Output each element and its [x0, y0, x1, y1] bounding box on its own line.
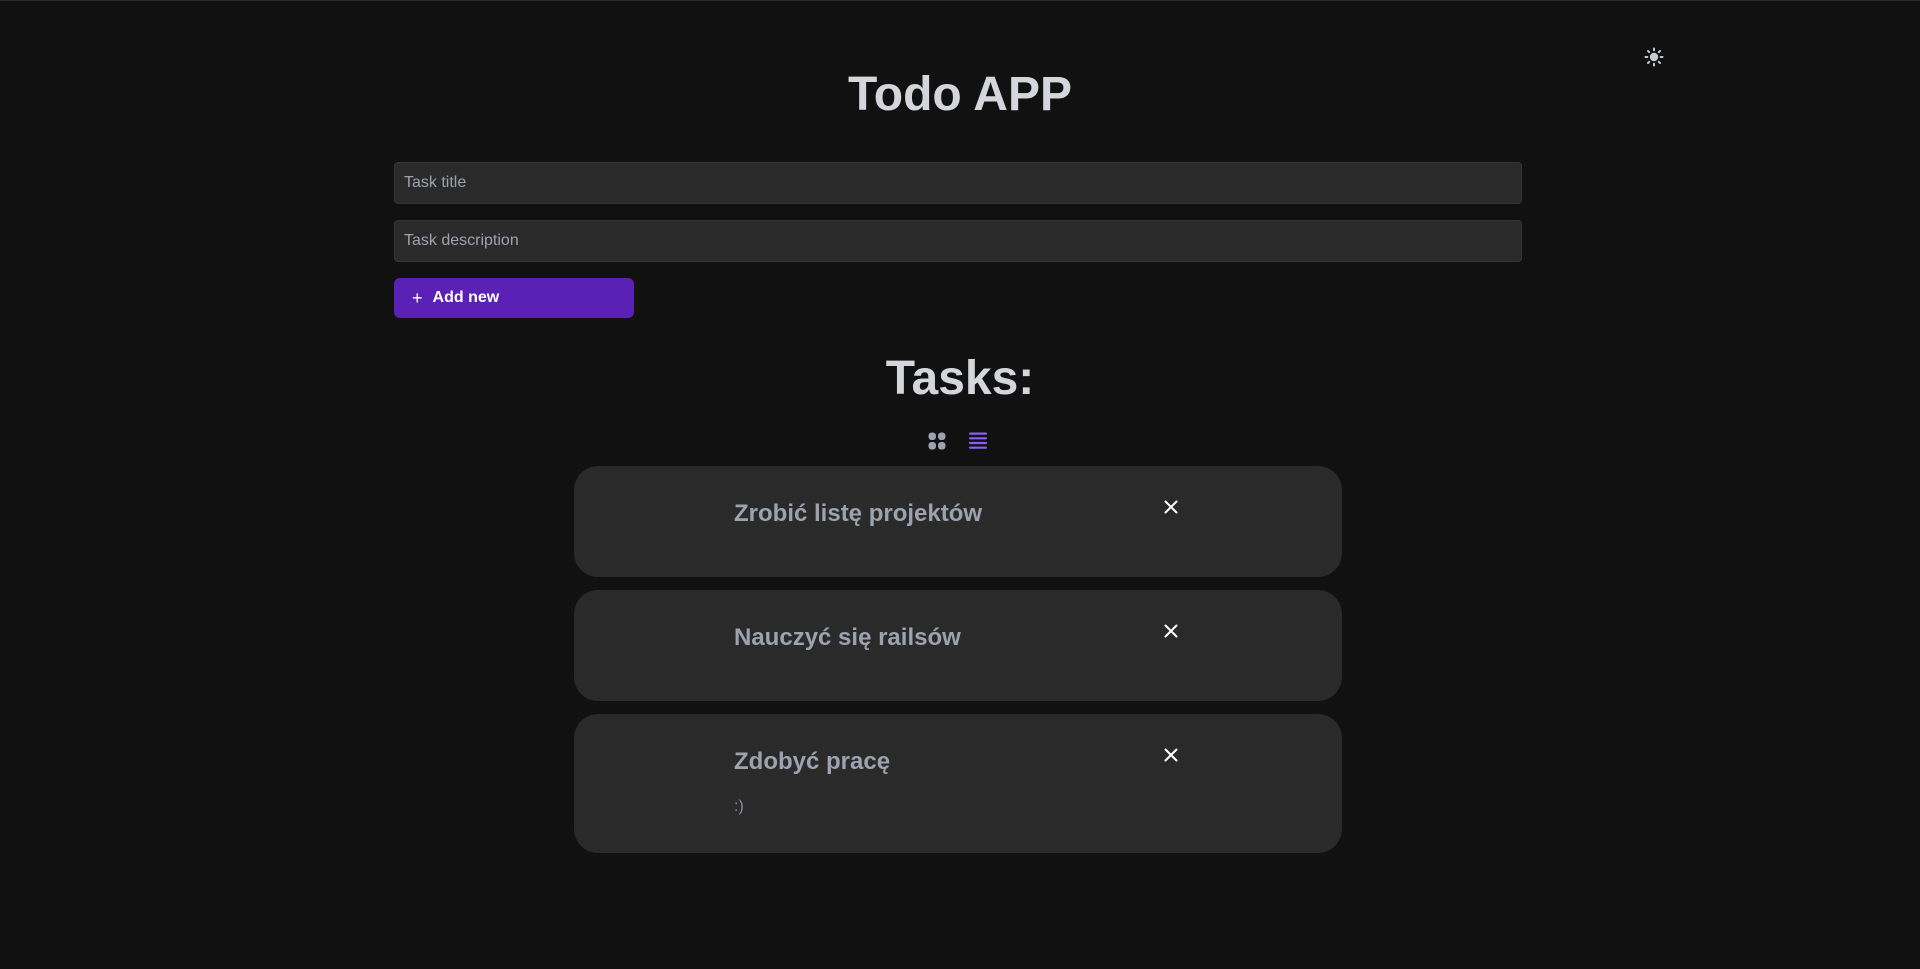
task-title-input[interactable] [394, 162, 1522, 204]
tasks-heading: Tasks: [885, 352, 1035, 405]
add-new-button[interactable]: + Add new [394, 278, 634, 318]
task-title: Nauczyć się railsów [734, 624, 961, 651]
task-card: Nauczyć się railsów [574, 590, 1342, 701]
task-title: Zrobić listę projektów [734, 500, 983, 527]
delete-task-button[interactable] [1160, 620, 1182, 642]
grid-view-icon [928, 432, 946, 450]
delete-task-button[interactable] [1160, 744, 1182, 766]
app-page: Todo APP + Add new Tasks: Zrobić listę p [0, 0, 1920, 969]
list-view-button[interactable] [967, 430, 989, 452]
task-card: Zdobyć pracę :) [574, 714, 1342, 853]
sun-icon [1644, 47, 1664, 67]
app-title: Todo APP [848, 68, 1072, 121]
close-icon [1164, 624, 1178, 638]
plus-icon: + [412, 288, 423, 308]
task-description-input[interactable] [394, 220, 1522, 262]
add-new-label: Add new [432, 289, 500, 306]
delete-task-button[interactable] [1160, 496, 1182, 518]
task-title: Zdobyć pracę [734, 748, 891, 775]
task-description: :) [734, 798, 744, 815]
close-icon [1164, 500, 1178, 514]
task-card: Zrobić listę projektów [574, 466, 1342, 577]
close-icon [1164, 748, 1178, 762]
grid-view-button[interactable] [926, 430, 948, 452]
list-view-icon [969, 432, 987, 449]
view-mode-toggles [926, 430, 989, 452]
